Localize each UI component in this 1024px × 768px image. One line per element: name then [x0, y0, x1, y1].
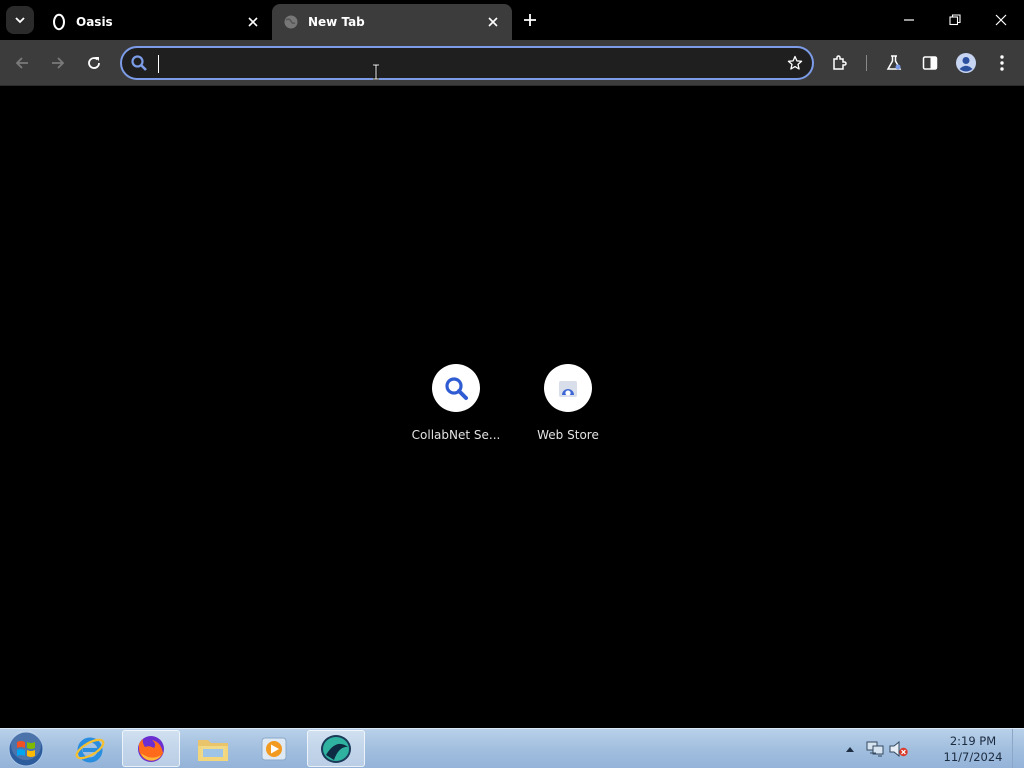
text-caret — [158, 55, 159, 73]
tab-search-button[interactable] — [6, 6, 34, 34]
start-button[interactable] — [6, 731, 46, 767]
search-icon — [445, 377, 468, 400]
volume-tray-button[interactable] — [888, 729, 910, 768]
close-icon — [995, 14, 1007, 26]
extensions-button[interactable] — [825, 48, 855, 78]
shortcut-collabnet[interactable]: CollabNet Se... — [400, 364, 512, 442]
forward-button[interactable] — [43, 48, 73, 78]
chevron-up-icon — [846, 747, 854, 752]
taskbar-clock[interactable]: 2:19 PM 11/7/2024 — [936, 733, 1010, 765]
media-player-icon — [261, 737, 287, 760]
reload-button[interactable] — [79, 48, 109, 78]
reload-icon — [88, 57, 100, 69]
globe-icon — [282, 13, 300, 31]
menu-button[interactable] — [987, 48, 1017, 78]
restore-icon — [949, 14, 961, 26]
shortcut-web-store[interactable]: Web Store — [512, 364, 624, 442]
tab-oasis[interactable]: Oasis — [40, 4, 272, 40]
close-window-button[interactable] — [978, 4, 1024, 36]
close-icon[interactable] — [484, 13, 502, 31]
shortcut-icon-circle — [544, 364, 592, 412]
tab-strip: Oasis New Tab — [0, 0, 1024, 40]
browser-icon — [321, 734, 351, 763]
browser-toolbar — [0, 40, 1024, 86]
windows-logo-icon — [8, 731, 44, 767]
oasis-logo-icon — [50, 13, 68, 31]
network-icon — [866, 741, 884, 757]
arrow-right-icon — [52, 57, 65, 69]
address-input[interactable] — [156, 49, 778, 77]
restore-button[interactable] — [932, 4, 978, 36]
show-desktop-button[interactable] — [1012, 729, 1024, 768]
new-tab-page: CollabNet Se... Web Store — [0, 87, 1024, 728]
web-store-icon — [559, 381, 577, 397]
folder-icon — [198, 739, 228, 761]
screen: Oasis New Tab CollabNet Se... Web Store … — [0, 0, 1024, 768]
labs-button[interactable] — [879, 48, 909, 78]
tab-label: Oasis — [76, 15, 113, 29]
taskbar-media-player[interactable] — [245, 730, 303, 767]
search-icon — [122, 48, 156, 78]
toolbar-separator — [866, 55, 867, 71]
puzzle-icon — [833, 55, 847, 70]
minimize-button[interactable] — [886, 4, 932, 36]
clock-time: 2:19 PM — [949, 734, 997, 748]
back-button[interactable] — [7, 48, 37, 78]
more-vert-icon — [1000, 55, 1004, 71]
flask-icon — [886, 55, 902, 70]
ibeam-cursor-icon — [373, 64, 379, 80]
taskbar-file-explorer[interactable] — [184, 730, 242, 767]
tab-label: New Tab — [308, 15, 365, 29]
address-bar[interactable] — [120, 46, 814, 80]
taskbar-firefox[interactable] — [122, 730, 180, 767]
taskbar: 2:19 PM 11/7/2024 — [0, 728, 1024, 768]
arrow-left-icon — [15, 57, 28, 69]
shortcut-label: Web Store — [537, 428, 599, 442]
avatar-icon — [956, 53, 976, 73]
bookmark-star-icon[interactable] — [778, 48, 812, 78]
minimize-icon — [904, 19, 914, 21]
clock-date: 11/7/2024 — [943, 750, 1003, 764]
side-panel-icon — [922, 56, 938, 70]
chevron-down-icon — [15, 17, 25, 24]
plus-icon — [524, 14, 536, 26]
shortcut-label: CollabNet Se... — [411, 428, 501, 442]
new-tab-button[interactable] — [518, 8, 542, 32]
firefox-icon — [138, 735, 164, 762]
show-hidden-icons-button[interactable] — [842, 729, 858, 768]
close-icon[interactable] — [244, 13, 262, 31]
taskbar-internet-explorer[interactable] — [61, 730, 119, 767]
internet-explorer-icon — [75, 737, 105, 762]
profile-button[interactable] — [951, 48, 981, 78]
tab-new-tab[interactable]: New Tab — [272, 4, 512, 40]
network-tray-button[interactable] — [864, 729, 886, 768]
taskbar-browser[interactable] — [307, 730, 365, 767]
side-panel-button[interactable] — [915, 48, 945, 78]
shortcut-icon-circle — [432, 364, 480, 412]
volume-muted-icon — [889, 741, 908, 757]
